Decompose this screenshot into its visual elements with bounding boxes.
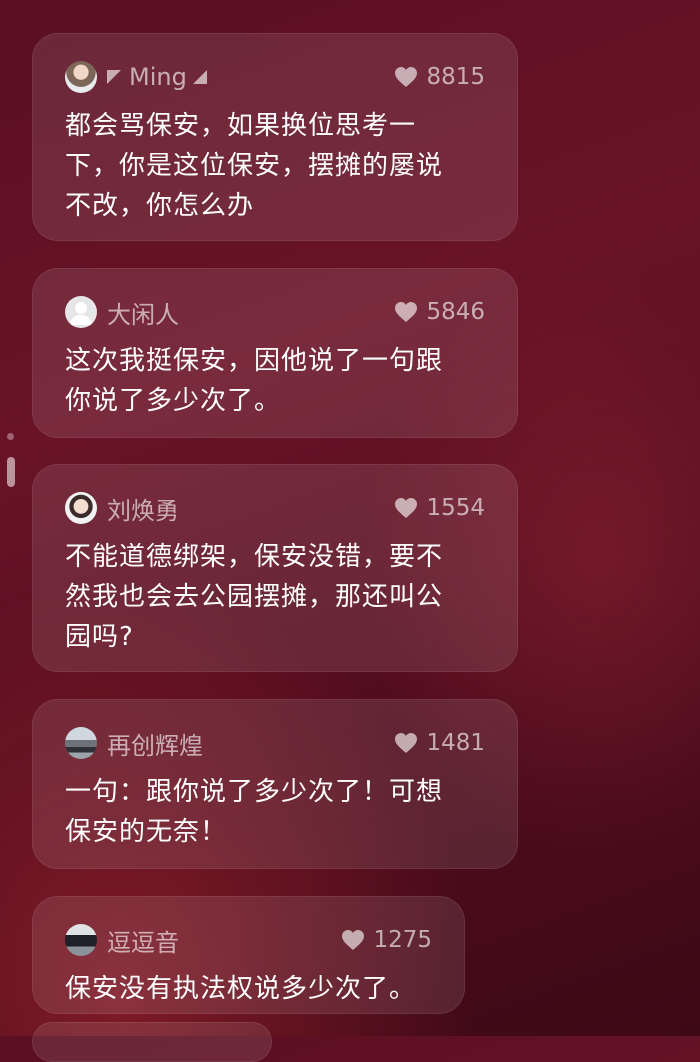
- default-avatar-icon[interactable]: [65, 296, 97, 328]
- comment-header: 大闲人 5846: [65, 295, 485, 329]
- scrollbar-handle[interactable]: [7, 457, 15, 487]
- username-text: 大闲人: [107, 300, 179, 329]
- comment-card[interactable]: Ming 8815 都会骂保安，如果换位思考一 下，你是这位保安，摆摊的屡说 不…: [32, 33, 518, 241]
- like-button[interactable]: 1481: [394, 730, 485, 756]
- username[interactable]: 逗逗音: [107, 923, 179, 958]
- like-button[interactable]: 5846: [394, 299, 485, 325]
- username[interactable]: 刘焕勇: [107, 491, 179, 526]
- heart-icon: [395, 67, 418, 87]
- scroll-indicator-dot: [7, 433, 14, 440]
- username[interactable]: Ming: [107, 63, 207, 91]
- comment-text: 保安没有执法权说多少次了。: [65, 974, 417, 1004]
- like-button[interactable]: 8815: [394, 64, 485, 90]
- like-button[interactable]: 1275: [341, 927, 432, 953]
- comment-text: 不能道德绑架，保安没错，要不 然我也会去公园摆摊，那还叫公 园吗?: [65, 542, 444, 652]
- username-text: 逗逗音: [107, 928, 179, 957]
- heart-icon: [342, 930, 365, 950]
- like-count: 1554: [426, 495, 485, 521]
- decoration-triangle-icon: [107, 70, 121, 84]
- user-avatar[interactable]: [65, 727, 97, 759]
- comment-header: 刘焕勇 1554: [65, 491, 485, 525]
- comment-card[interactable]: 刘焕勇 1554 不能道德绑架，保安没错，要不 然我也会去公园摆摊，那还叫公 园…: [32, 464, 518, 672]
- username-text: Ming: [129, 63, 187, 91]
- like-count: 1481: [426, 730, 485, 756]
- user-avatar[interactable]: [65, 492, 97, 524]
- comment-header: 逗逗音 1275: [65, 923, 432, 957]
- heart-icon: [395, 498, 418, 518]
- decoration-triangle-icon: [192, 70, 207, 84]
- username-text: 刘焕勇: [107, 496, 179, 525]
- user-avatar[interactable]: [65, 61, 97, 93]
- heart-icon: [395, 733, 418, 753]
- like-count: 5846: [426, 299, 485, 325]
- user-avatar[interactable]: [65, 924, 97, 956]
- comment-card[interactable]: 大闲人 5846 这次我挺保安，因他说了一句跟 你说了多少次了。: [32, 268, 518, 438]
- like-button[interactable]: 1554: [394, 495, 485, 521]
- comment-text: 都会骂保安，如果换位思考一 下，你是这位保安，摆摊的屡说 不改，你怎么办: [65, 111, 444, 221]
- comment-header: 再创辉煌 1481: [65, 726, 485, 760]
- username[interactable]: 再创辉煌: [107, 726, 203, 761]
- like-count: 8815: [426, 64, 485, 90]
- username[interactable]: 大闲人: [107, 295, 179, 330]
- like-count: 1275: [373, 927, 432, 953]
- comment-card-partial[interactable]: [32, 1022, 272, 1062]
- heart-icon: [395, 302, 418, 322]
- username-text: 再创辉煌: [107, 731, 203, 760]
- comment-text: 这次我挺保安，因他说了一句跟 你说了多少次了。: [65, 346, 444, 416]
- comment-feed: Ming 8815 都会骂保安，如果换位思考一 下，你是这位保安，摆摊的屡说 不…: [0, 0, 700, 1062]
- comment-card[interactable]: 逗逗音 1275 保安没有执法权说多少次了。: [32, 896, 465, 1014]
- comment-text: 一句：跟你说了多少次了！可想 保安的无奈！: [65, 777, 444, 847]
- comment-header: Ming 8815: [65, 60, 485, 94]
- comment-card[interactable]: 再创辉煌 1481 一句：跟你说了多少次了！可想 保安的无奈！: [32, 699, 518, 869]
